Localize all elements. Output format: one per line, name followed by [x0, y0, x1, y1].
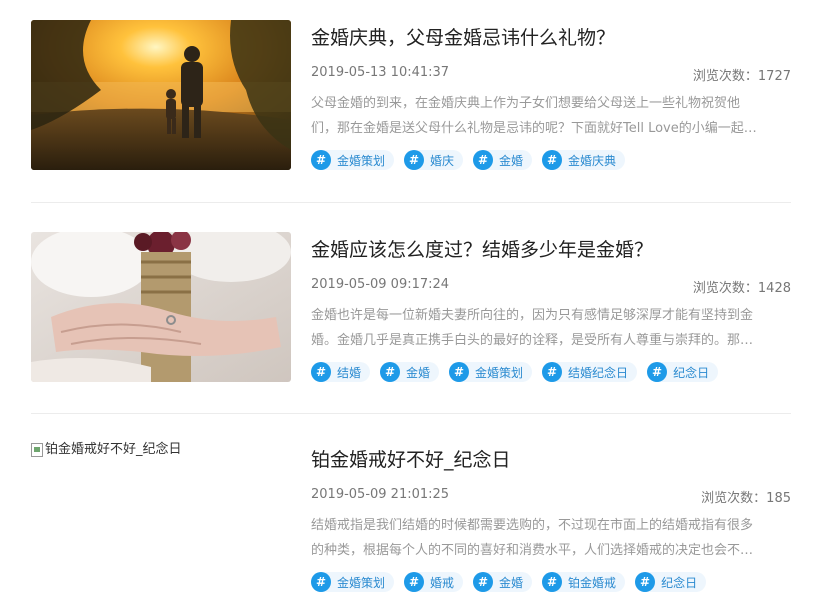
hash-icon: # [635, 572, 656, 592]
hash-icon: # [311, 572, 331, 592]
article-title[interactable]: 铂金婚戒好不好_纪念日 [311, 447, 511, 473]
article-view-count: 浏览次数：185 [701, 491, 791, 506]
article-divider [31, 413, 791, 414]
tag-label: 结婚 [337, 365, 362, 380]
tag[interactable]: # 金婚策划 [449, 362, 533, 382]
article-date: 2019-05-09 09:17:24 [311, 277, 450, 292]
tag-label: 婚庆 [430, 153, 455, 168]
tag[interactable]: # 金婚 [380, 362, 440, 382]
tag-label: 纪念日 [661, 575, 698, 590]
article-thumbnail[interactable] [31, 232, 291, 382]
tag-label: 金婚 [406, 365, 431, 380]
tag[interactable]: # 金婚 [473, 572, 533, 592]
tag[interactable]: # 纪念日 [635, 572, 707, 592]
tag-label: 纪念日 [673, 365, 710, 380]
hash-icon: # [311, 150, 331, 170]
hash-icon: # [542, 362, 563, 382]
excerpt-line: 的种类，根据每个人的不同的喜好和消费水平，人们选择婚戒的决定也会不… [311, 543, 754, 558]
tag-label: 结婚纪念日 [568, 365, 629, 380]
excerpt-line: 们，那在金婚是送父母什么礼物是忌讳的呢？下面就好Tell Love的小编一起… [311, 121, 757, 136]
tag[interactable]: # 纪念日 [647, 362, 719, 382]
hash-icon: # [404, 572, 425, 592]
article-item[interactable]: 铂金婚戒好不好_纪念日 铂金婚戒好不好_纪念日 2019-05-09 21:01… [31, 442, 791, 612]
tag[interactable]: # 婚戒 [404, 572, 464, 592]
hash-icon: # [473, 572, 494, 592]
excerpt-line: 结婚戒指是我们结婚的时候都需要选购的，不过现在市面上的结婚戒指有很多 [311, 518, 754, 533]
tag-label: 铂金婚戒 [568, 575, 617, 590]
tag[interactable]: # 金婚策划 [311, 572, 395, 592]
hash-icon: # [542, 572, 563, 592]
image-alt-text: 铂金婚戒好不好_纪念日 [45, 442, 182, 457]
tag[interactable]: # 铂金婚戒 [542, 572, 626, 592]
tag-label: 金婚 [499, 575, 524, 590]
hash-icon: # [449, 362, 470, 382]
excerpt-line: 父母金婚的到来，在金婚庆典上作为子女们想要给父母送上一些礼物祝贺他 [311, 96, 741, 111]
tag-label: 金婚策划 [337, 575, 386, 590]
hash-icon: # [647, 362, 668, 382]
hash-icon: # [404, 150, 425, 170]
article-view-count: 浏览次数：1428 [692, 281, 791, 296]
hash-icon: # [311, 362, 331, 382]
article-divider [31, 202, 791, 203]
hash-icon: # [542, 150, 563, 170]
article-title[interactable]: 金婚庆典，父母金婚忌讳什么礼物？ [311, 25, 615, 51]
article-title[interactable]: 金婚应该怎么度过？结婚多少年是金婚？ [311, 237, 653, 263]
article-excerpt: 金婚也许是每一位新婚夫妻所向往的，因为只有感情足够深厚才能有坚持到金 婚。金婚几… [311, 303, 791, 353]
article-thumbnail[interactable] [31, 20, 291, 170]
tag[interactable]: # 婚庆 [404, 150, 464, 170]
tag-label: 金婚策划 [337, 153, 386, 168]
broken-image: 铂金婚戒好不好_纪念日 [31, 442, 291, 458]
article-excerpt: 结婚戒指是我们结婚的时候都需要选购的，不过现在市面上的结婚戒指有很多 的种类，根… [311, 513, 791, 563]
article-date: 2019-05-13 10:41:37 [311, 65, 450, 80]
article-item[interactable]: 金婚应该怎么度过？结婚多少年是金婚？ 2019-05-09 09:17:24 浏… [31, 232, 791, 402]
tag-label: 金婚策划 [475, 365, 524, 380]
article-item[interactable]: 金婚庆典，父母金婚忌讳什么礼物？ 2019-05-13 10:41:37 浏览次… [31, 20, 791, 190]
tag[interactable]: # 金婚策划 [311, 150, 395, 170]
tag-list: # 金婚策划 # 婚戒 # 金婚 # 铂金婚戒 # 纪念日 [311, 572, 707, 592]
article-view-count: 浏览次数：1727 [692, 69, 791, 84]
tag-label: 金婚 [499, 153, 524, 168]
tag[interactable]: # 金婚庆典 [542, 150, 626, 170]
tag[interactable]: # 金婚 [473, 150, 533, 170]
excerpt-line: 金婚也许是每一位新婚夫妻所向往的，因为只有感情足够深厚才能有坚持到金 [311, 308, 754, 323]
tag-list: # 结婚 # 金婚 # 金婚策划 # 结婚纪念日 # 纪念日 [311, 362, 719, 382]
article-date: 2019-05-09 21:01:25 [311, 487, 450, 502]
article-thumbnail[interactable]: 铂金婚戒好不好_纪念日 [31, 442, 291, 592]
hash-icon: # [380, 362, 401, 382]
tag-list: # 金婚策划 # 婚庆 # 金婚 # 金婚庆典 [311, 150, 626, 170]
hash-icon: # [473, 150, 494, 170]
tag-label: 婚戒 [430, 575, 455, 590]
article-excerpt: 父母金婚的到来，在金婚庆典上作为子女们想要给父母送上一些礼物祝贺他 们，那在金婚… [311, 91, 791, 141]
excerpt-line: 婚。金婚几乎是真正携手白头的最好的诠释，是受所有人尊重与崇拜的。那… [311, 333, 754, 348]
broken-image-icon [31, 443, 43, 457]
tag[interactable]: # 结婚 [311, 362, 371, 382]
tag-label: 金婚庆典 [568, 153, 617, 168]
tag[interactable]: # 结婚纪念日 [542, 362, 638, 382]
